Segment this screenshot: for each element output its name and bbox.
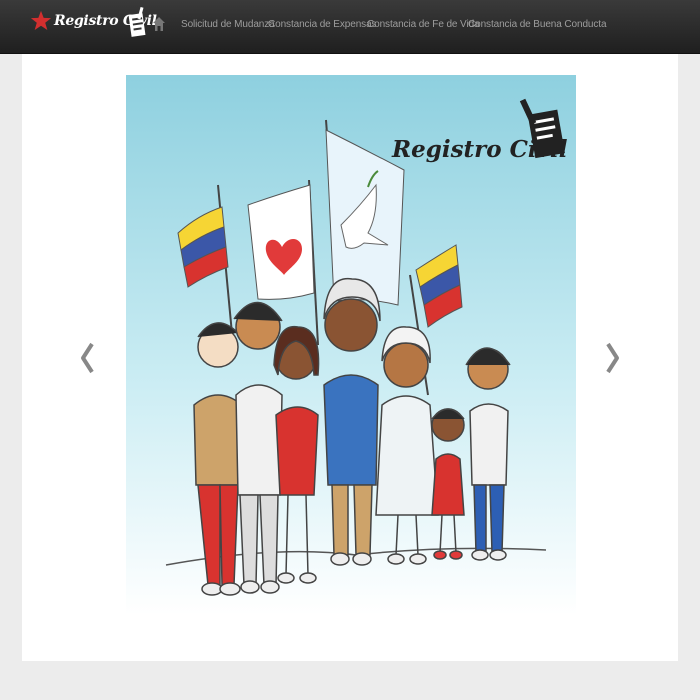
star-icon xyxy=(30,10,52,30)
brand-logo[interactable]: Registro Civil xyxy=(28,4,157,48)
document-icon xyxy=(128,6,146,37)
carousel-panel: Registro Civil xyxy=(22,54,678,661)
navbar: Registro Civil Solicitud de Mudanza Cons… xyxy=(0,0,700,54)
nav-link-constancia-de-fe-de-vida[interactable]: Constancia de Fe de Vida xyxy=(367,19,480,30)
carousel-prev-button[interactable] xyxy=(80,342,94,374)
home-icon[interactable] xyxy=(153,17,165,31)
nav-link-constancia-de-expensas[interactable]: Constancia de Expensas xyxy=(268,19,377,30)
chevron-left-icon xyxy=(81,342,94,374)
carousel-next-button[interactable] xyxy=(606,342,620,374)
nav-link-solicitud-de-mudanza[interactable]: Solicitud de Mudanza xyxy=(181,19,275,30)
nav-link-constancia-de-buena-conducta[interactable]: Constancia de Buena Conducta xyxy=(468,19,607,30)
carousel-slide-image: Registro Civil xyxy=(126,75,576,615)
chevron-right-icon xyxy=(606,342,619,374)
